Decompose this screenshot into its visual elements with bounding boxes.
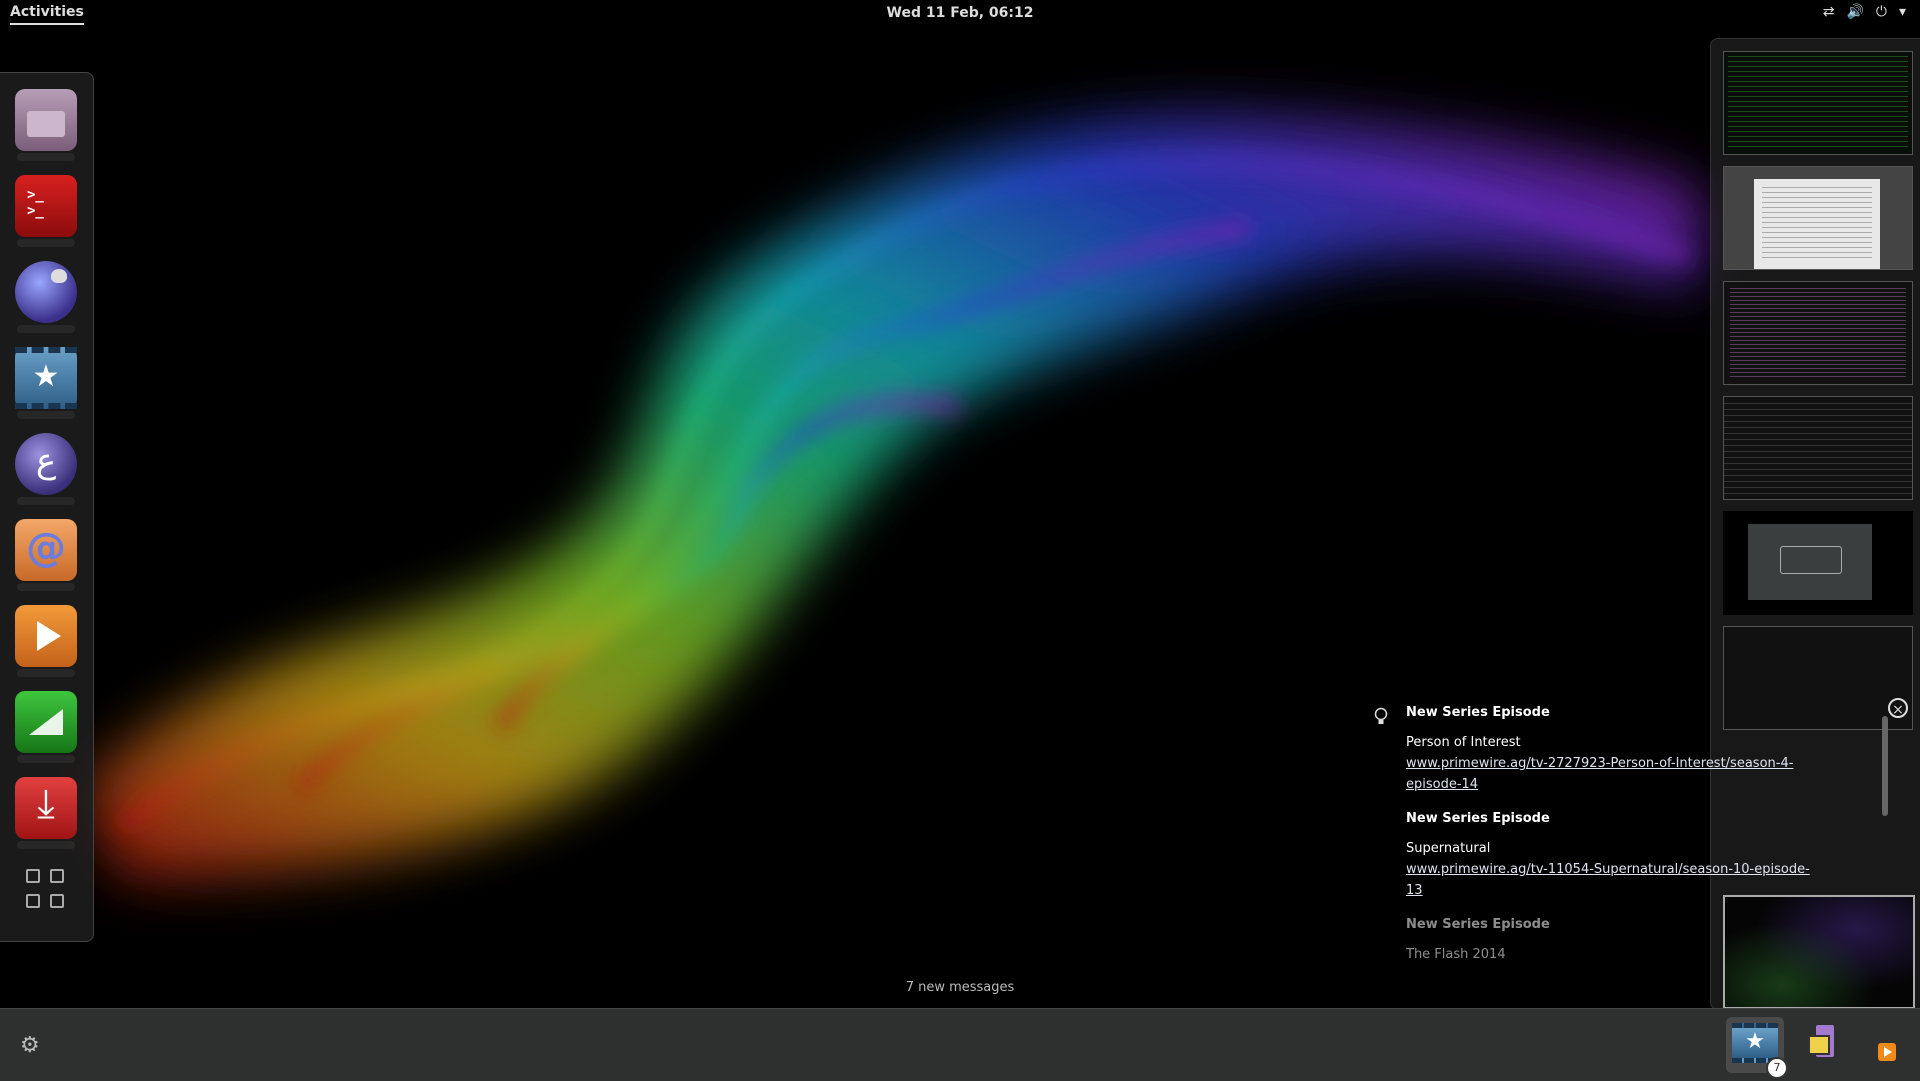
notification-list: New Series Episode Person of Interest ww… [1370,705,1890,970]
workspace-thumbnail-4[interactable] [1723,396,1913,500]
tray-media-player-icon[interactable] [1878,1043,1896,1061]
show-applications-icon[interactable] [26,869,66,909]
new-messages-text[interactable]: 7 new messages [906,980,1015,995]
network-icon[interactable]: ⇄ [1823,4,1835,20]
message-tray: ⚙ ★ 7 [0,1008,1920,1081]
tray-system-icon[interactable] [1806,1025,1836,1065]
media-center-icon[interactable] [15,347,77,419]
workspace-thumbnail-5[interactable] [1723,511,1913,615]
workspace-thumbnail-3[interactable] [1723,281,1913,385]
lightbulb-icon [1374,707,1388,724]
dash: >_ >_ [0,72,94,942]
notification-body: Person of Interest [1406,735,1521,750]
tray-media-center-icon[interactable]: ★ 7 [1726,1017,1788,1079]
notification-body: The Flash 2014 [1406,947,1506,962]
notification-link[interactable]: www.primewire.ag/tv-2727923-Person-of-In… [1406,753,1826,795]
notification-item[interactable]: New Series Episode Person of Interest ww… [1370,705,1890,795]
gear-icon[interactable]: ⚙ [20,1033,40,1058]
system-status-area[interactable]: ⇄ 🔊 ⏻ ▾ [1823,4,1906,20]
clock: Wed 11 Feb, 06:12 [0,5,1920,21]
notification-item[interactable]: New Series Episode The Flash 2014 [1370,917,1890,965]
workspace-thumbnail-2[interactable] [1723,166,1913,270]
notification-title: New Series Episode [1406,705,1550,720]
blender-icon[interactable] [15,519,77,591]
calculator-icon[interactable] [15,691,77,763]
top-bar: Activities Wed 11 Feb, 06:12 ⇄ 🔊 ⏻ ▾ [0,0,1920,27]
activities-button[interactable]: Activities [10,4,84,25]
notification-body: Supernatural [1406,841,1491,856]
media-player-icon[interactable] [15,605,77,677]
clock-button[interactable]: Wed 11 Feb, 06:12 [887,5,1034,21]
files-icon[interactable] [15,89,77,161]
power-icon[interactable]: ⏻ [1876,4,1887,20]
dropdown-icon[interactable]: ▾ [1899,4,1906,20]
downloader-icon[interactable] [15,777,77,849]
volume-icon[interactable]: 🔊 [1846,4,1863,20]
close-icon[interactable]: × [1888,698,1908,718]
web-browser-icon[interactable] [15,261,77,333]
notification-item[interactable]: New Series Episode Supernatural www.prim… [1370,811,1890,901]
notification-link[interactable]: www.primewire.ag/tv-11054-Supernatural/s… [1406,859,1826,901]
workspace-thumbnail-1[interactable] [1723,51,1913,155]
emacs-icon[interactable] [15,433,77,505]
notification-title: New Series Episode [1406,917,1550,932]
terminal-icon[interactable]: >_ >_ [15,175,77,247]
notification-count-badge: 7 [1766,1057,1788,1079]
notification-title: New Series Episode [1406,811,1550,826]
